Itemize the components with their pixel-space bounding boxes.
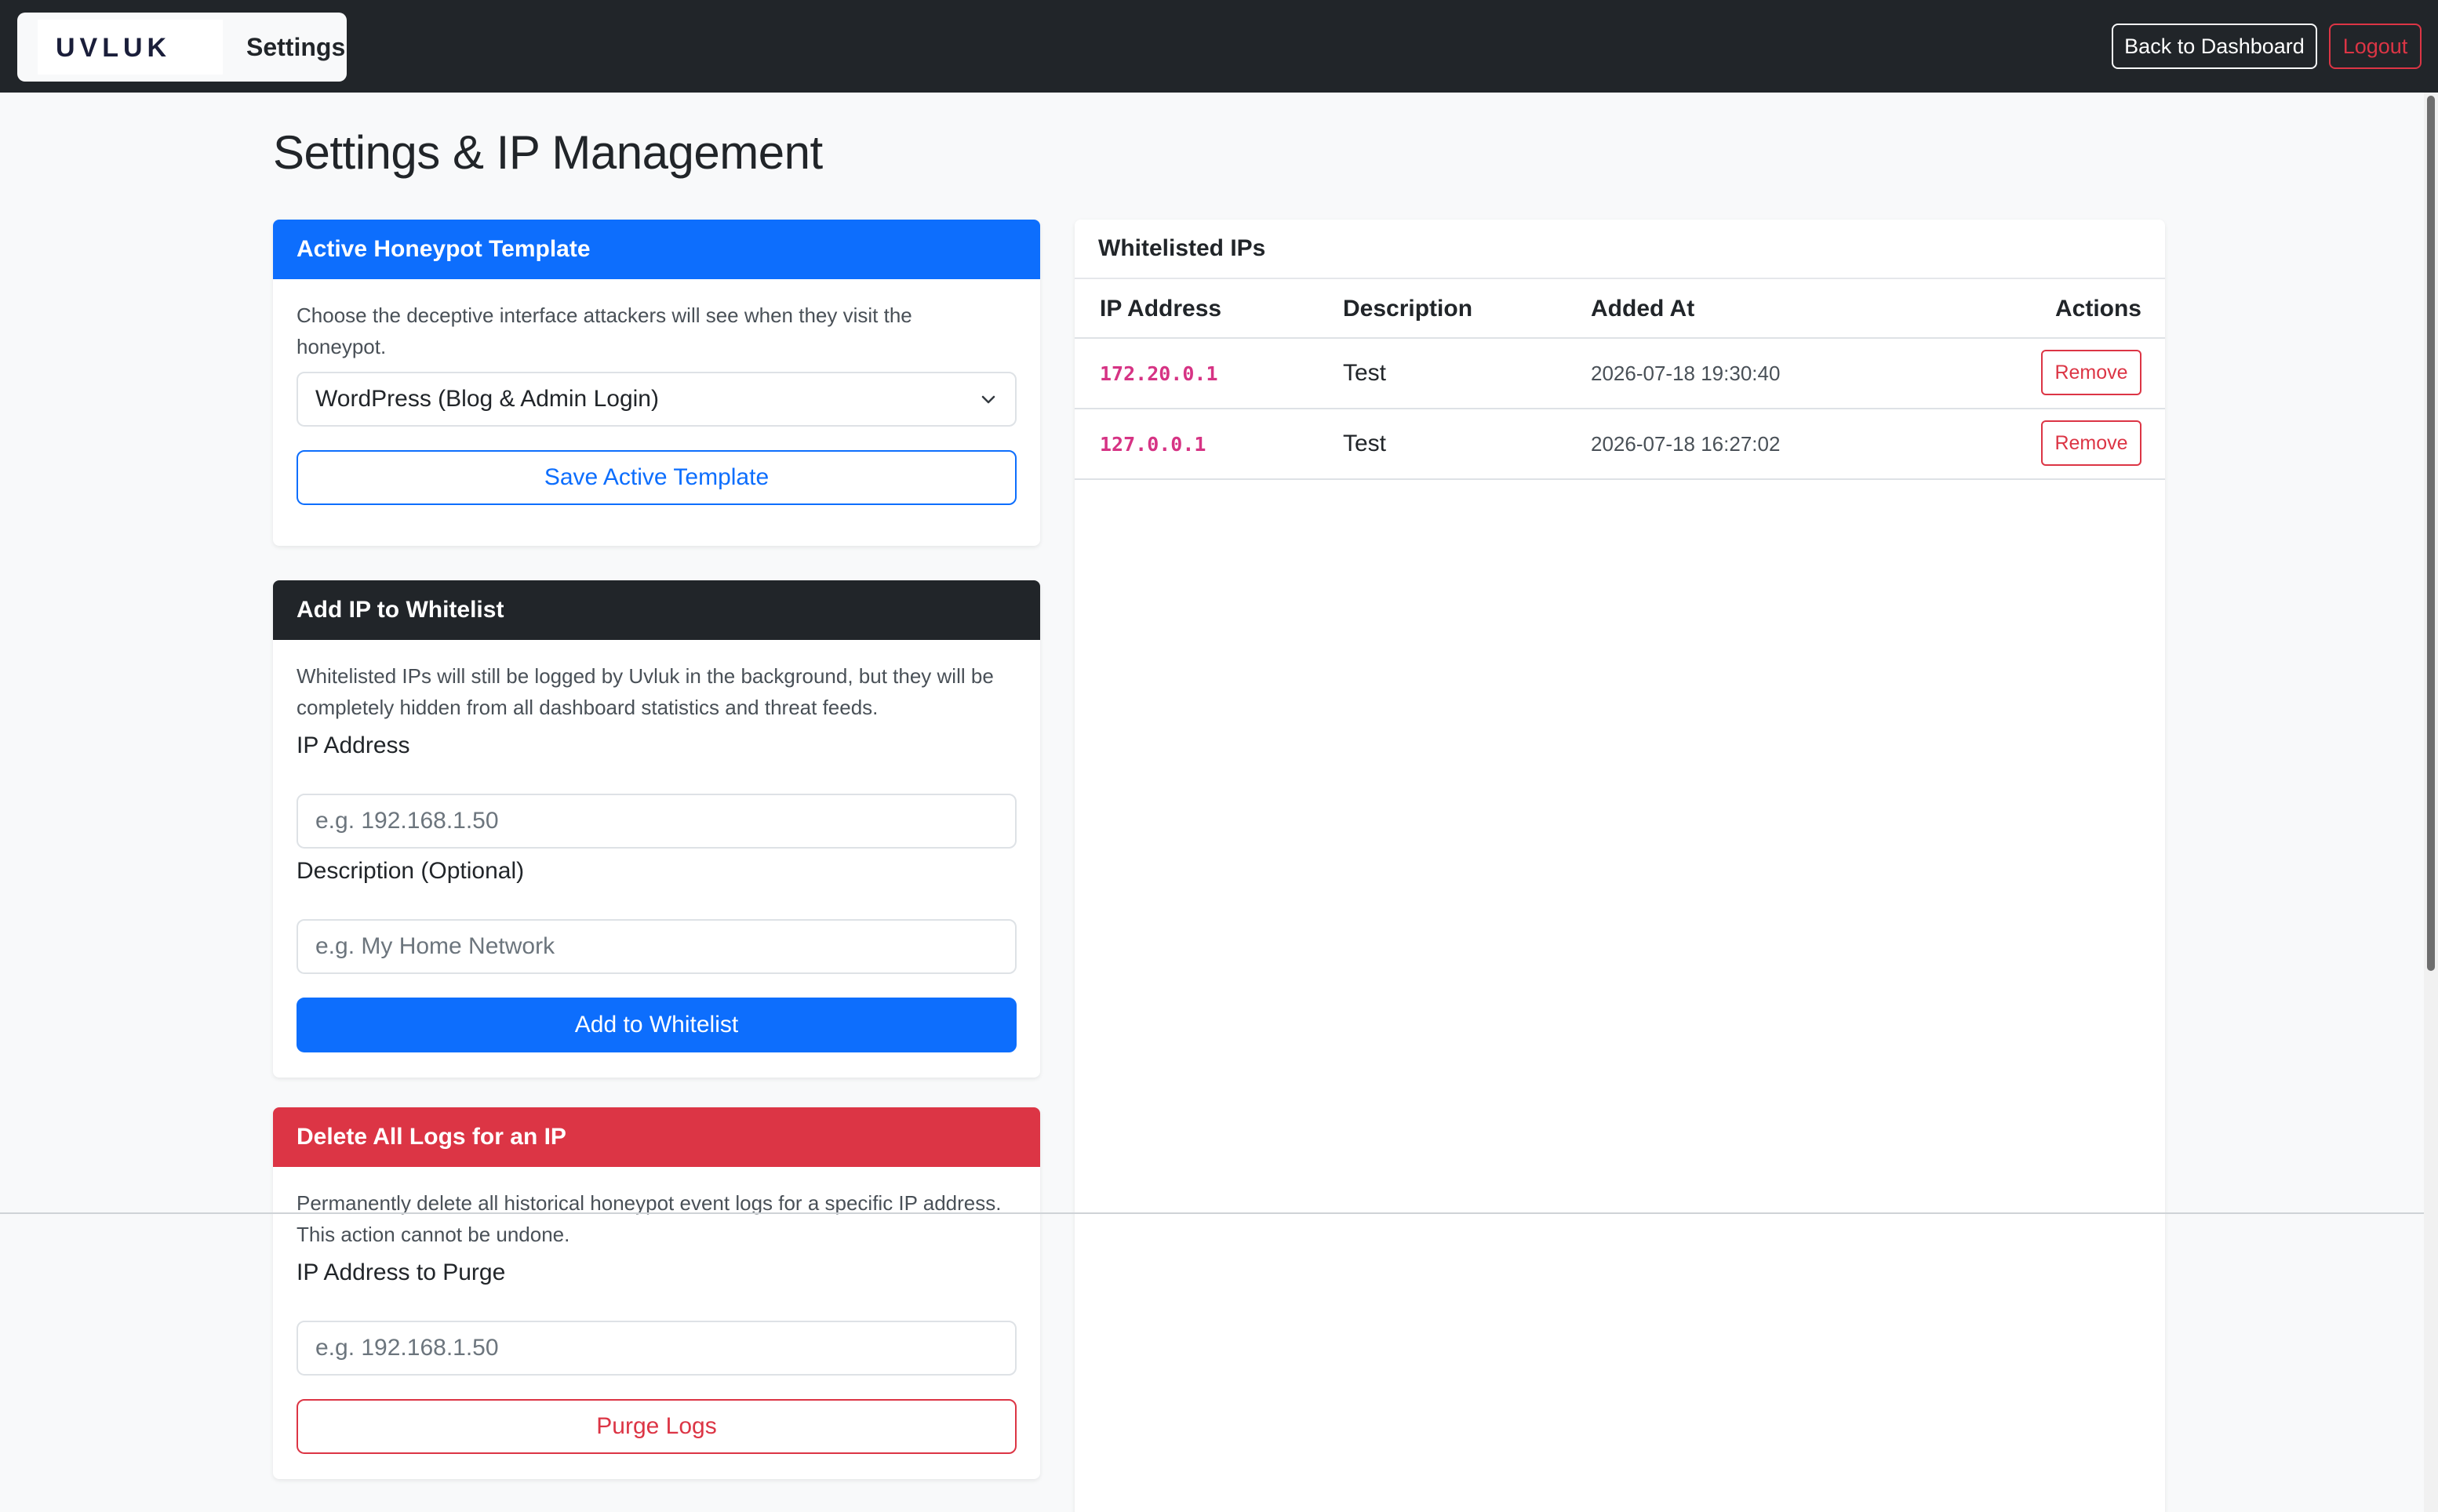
back-to-dashboard-button[interactable]: Back to Dashboard xyxy=(2112,24,2317,69)
template-description: Choose the deceptive interface attackers… xyxy=(297,303,912,358)
whitelist-description: Whitelisted IPs will still be logged by … xyxy=(297,664,994,719)
template-select[interactable]: WordPress (Blog & Admin Login) xyxy=(297,372,1017,427)
column-added-at: Added At xyxy=(1591,296,1695,322)
chevron-down-icon xyxy=(981,395,995,404)
navbar: UVLUK Settings Back to Dashboard Logout xyxy=(0,0,2438,93)
row-ip: 127.0.0.1 xyxy=(1100,432,1206,456)
remove-button[interactable]: Remove xyxy=(2041,420,2141,466)
divider xyxy=(0,1212,2424,1214)
purge-card: Delete All Logs for an IP Permanently de… xyxy=(273,1107,1040,1479)
purge-ip-label: IP Address to Purge xyxy=(297,1259,506,1285)
page-title: Settings & IP Management xyxy=(273,126,823,179)
table-header-row: IP Address Description Added At Actions xyxy=(1075,279,2165,339)
remove-button[interactable]: Remove xyxy=(2041,350,2141,395)
column-ip-address: IP Address xyxy=(1100,296,1222,322)
template-card-header: Active Honeypot Template xyxy=(273,220,1040,279)
row-ip: 172.20.0.1 xyxy=(1100,362,1218,385)
column-description: Description xyxy=(1343,296,1473,322)
purge-logs-button[interactable]: Purge Logs xyxy=(297,1399,1017,1454)
description-label: Description (Optional) xyxy=(297,858,525,884)
template-select-value: WordPress (Blog & Admin Login) xyxy=(315,386,659,412)
purge-ip-input[interactable] xyxy=(297,1321,1017,1376)
svg-text:UVLUK: UVLUK xyxy=(56,34,171,60)
navbar-title: Settings xyxy=(246,32,346,61)
save-template-button[interactable]: Save Active Template xyxy=(297,450,1017,505)
description-input[interactable] xyxy=(297,919,1017,974)
add-to-whitelist-button[interactable]: Add to Whitelist xyxy=(297,998,1017,1052)
template-card: Active Honeypot Template Choose the dece… xyxy=(273,220,1040,546)
logout-button[interactable]: Logout xyxy=(2329,24,2422,69)
ip-address-input[interactable] xyxy=(297,794,1017,849)
table-row: 127.0.0.1 Test 2026-07-18 16:27:02 Remov… xyxy=(1075,409,2165,480)
row-added-at: 2026-07-18 16:27:02 xyxy=(1591,431,1781,456)
row-added-at: 2026-07-18 19:30:40 xyxy=(1591,361,1781,385)
purge-description: Permanently delete all historical honeyp… xyxy=(297,1191,1002,1246)
purge-card-header: Delete All Logs for an IP xyxy=(273,1107,1040,1167)
column-actions: Actions xyxy=(2054,296,2141,322)
table-row: 172.20.0.1 Test 2026-07-18 19:30:40 Remo… xyxy=(1075,339,2165,409)
whitelist-card-header: Add IP to Whitelist xyxy=(273,580,1040,640)
uvluk-logo: UVLUK xyxy=(38,20,223,75)
row-description: Test xyxy=(1343,360,1387,386)
whitelist-card: Add IP to Whitelist Whitelisted IPs will… xyxy=(273,580,1040,1078)
uvluk-logo-icon: UVLUK xyxy=(56,34,171,60)
whitelisted-ips-card: Whitelisted IPs IP Address Description A… xyxy=(1075,220,2165,1512)
navbar-brand[interactable]: UVLUK Settings xyxy=(17,13,347,82)
vertical-scrollbar[interactable] xyxy=(2424,93,2438,1512)
scrollbar-thumb[interactable] xyxy=(2427,96,2435,971)
ip-address-label: IP Address xyxy=(297,732,410,758)
row-description: Test xyxy=(1343,431,1387,456)
whitelisted-ips-header: Whitelisted IPs xyxy=(1075,220,2165,279)
